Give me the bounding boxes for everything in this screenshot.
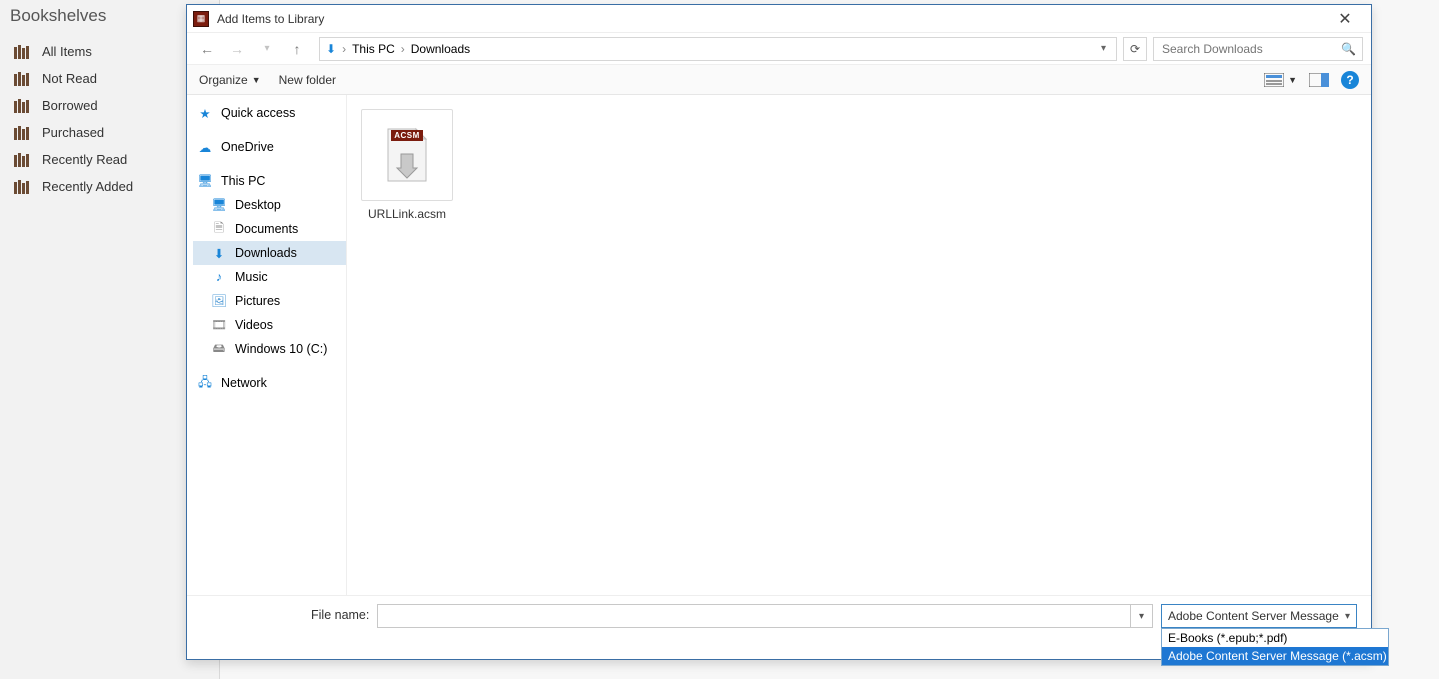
navpane-quick-access[interactable]: ★ Quick access — [193, 101, 346, 125]
desktop-icon: 🖥 — [211, 197, 227, 213]
search-icon: 🔍 — [1341, 42, 1356, 56]
shelf-label: All Items — [42, 44, 92, 59]
refresh-button[interactable]: ⟳ — [1123, 37, 1147, 61]
breadcrumb-item[interactable]: This PC — [352, 42, 395, 56]
file-type-option[interactable]: Adobe Content Server Message (*.acsm) — [1162, 647, 1388, 665]
shelf-label: Not Read — [42, 71, 97, 86]
navpane-label: Documents — [235, 222, 298, 236]
preview-pane-button[interactable] — [1309, 73, 1329, 87]
video-icon: 🎞 — [211, 317, 227, 333]
navpane-music[interactable]: ♪ Music — [193, 265, 346, 289]
navpane-desktop[interactable]: 🖥 Desktop — [193, 193, 346, 217]
navpane-label: This PC — [221, 174, 265, 188]
new-folder-button[interactable]: New folder — [279, 73, 336, 87]
view-icon — [1264, 73, 1284, 87]
star-icon: ★ — [197, 105, 213, 121]
dialog-footer: File name: ▾ Adobe Content Server Messag… — [187, 595, 1371, 659]
help-button[interactable]: ? — [1341, 71, 1359, 89]
app-sidebar-title: Bookshelves — [10, 6, 106, 26]
preview-pane-icon — [1309, 73, 1329, 87]
books-icon — [14, 99, 32, 113]
dialog-body: ★ Quick access ☁ OneDrive 🖥 This PC 🖥 De… — [187, 95, 1371, 595]
up-button[interactable]: ↑ — [285, 37, 309, 61]
file-dialog: ▦ Add Items to Library ✕ ← → ▾ ↑ ⬇ › Thi… — [186, 4, 1372, 660]
file-type-filter[interactable]: Adobe Content Server Message ▾ — [1161, 604, 1357, 628]
navpane-label: Network — [221, 376, 267, 390]
navpane-pictures[interactable]: 🖼 Pictures — [193, 289, 346, 313]
books-icon — [14, 180, 32, 194]
shelf-label: Recently Read — [42, 152, 127, 167]
toolbar: Organize ▼ New folder ▼ ? — [187, 65, 1371, 95]
navpane-this-pc[interactable]: 🖥 This PC — [193, 169, 346, 193]
picture-icon: 🖼 — [211, 293, 227, 309]
chevron-down-icon: ▼ — [252, 75, 261, 85]
books-icon — [14, 45, 32, 59]
breadcrumb-bar[interactable]: ⬇ › This PC › Downloads ▾ — [319, 37, 1117, 61]
forward-button[interactable]: → — [225, 37, 249, 61]
chevron-right-icon: › — [401, 42, 405, 56]
filename-input[interactable] — [378, 609, 1130, 623]
navpane-label: Videos — [235, 318, 273, 332]
close-button[interactable]: ✕ — [1325, 9, 1365, 29]
books-icon — [14, 126, 32, 140]
navpane-label: Windows 10 (C:) — [235, 342, 327, 356]
file-type-dropdown: E-Books (*.epub;*.pdf) Adobe Content Ser… — [1161, 628, 1389, 666]
shelf-label: Recently Added — [42, 179, 133, 194]
monitor-icon: 🖥 — [197, 173, 213, 189]
file-pane[interactable]: ACSM URLLink.acsm — [347, 95, 1371, 595]
nav-pane: ★ Quick access ☁ OneDrive 🖥 This PC 🖥 De… — [187, 95, 347, 595]
view-button[interactable]: ▼ — [1264, 73, 1297, 87]
navpane-label: OneDrive — [221, 140, 274, 154]
shelf-label: Borrowed — [42, 98, 98, 113]
books-icon — [14, 153, 32, 167]
breadcrumb-item[interactable]: Downloads — [411, 42, 470, 56]
cloud-icon: ☁ — [197, 139, 213, 155]
navpane-documents[interactable]: 🗎 Documents — [193, 217, 346, 241]
drive-icon: 🖴 — [211, 341, 227, 357]
navpane-videos[interactable]: 🎞 Videos — [193, 313, 346, 337]
document-icon: 🗎 — [211, 221, 227, 237]
file-name: URLLink.acsm — [361, 207, 453, 221]
file-type-filter-wrap: Adobe Content Server Message ▾ E-Books (… — [1161, 604, 1357, 628]
location-icon: ⬇ — [326, 42, 336, 56]
file-type-option[interactable]: E-Books (*.epub;*.pdf) — [1162, 629, 1388, 647]
file-type-selected: Adobe Content Server Message — [1168, 609, 1339, 623]
navpane-drive[interactable]: 🖴 Windows 10 (C:) — [193, 337, 346, 361]
navpane-label: Quick access — [221, 106, 295, 120]
navpane-label: Pictures — [235, 294, 280, 308]
music-icon: ♪ — [211, 269, 227, 285]
navpane-label: Downloads — [235, 246, 297, 260]
filename-field-wrapper: ▾ — [377, 604, 1153, 628]
chevron-right-icon: › — [342, 42, 346, 56]
organize-label: Organize — [199, 73, 248, 87]
recent-dropdown-icon[interactable]: ▾ — [255, 37, 279, 61]
navpane-network[interactable]: 🖧 Network — [193, 371, 346, 395]
chevron-down-icon: ▾ — [1345, 611, 1350, 622]
filename-label: File name: — [311, 604, 369, 622]
navpane-label: Music — [235, 270, 268, 284]
file-tile[interactable]: ACSM URLLink.acsm — [361, 109, 453, 221]
dialog-title: Add Items to Library — [217, 12, 324, 26]
navpane-label: Desktop — [235, 198, 281, 212]
books-icon — [14, 72, 32, 86]
navpane-downloads[interactable]: ⬇ Downloads — [193, 241, 346, 265]
nav-row: ← → ▾ ↑ ⬇ › This PC › Downloads ▾ ⟳ 🔍 — [187, 33, 1371, 65]
file-thumbnail: ACSM — [361, 109, 453, 201]
acsm-badge: ACSM — [391, 130, 423, 141]
search-input[interactable] — [1160, 41, 1335, 57]
navpane-onedrive[interactable]: ☁ OneDrive — [193, 135, 346, 159]
titlebar: ▦ Add Items to Library ✕ — [187, 5, 1371, 33]
search-box[interactable]: 🔍 — [1153, 37, 1363, 61]
back-button[interactable]: ← — [195, 37, 219, 61]
network-icon: 🖧 — [197, 375, 213, 391]
chevron-down-icon: ▼ — [1288, 75, 1297, 85]
shelf-label: Purchased — [42, 125, 104, 140]
download-icon: ⬇ — [211, 245, 227, 261]
filename-dropdown-icon[interactable]: ▾ — [1130, 604, 1152, 628]
app-icon: ▦ — [193, 11, 209, 27]
organize-button[interactable]: Organize ▼ — [199, 73, 261, 87]
breadcrumb-dropdown-icon[interactable]: ▾ — [1097, 43, 1110, 54]
